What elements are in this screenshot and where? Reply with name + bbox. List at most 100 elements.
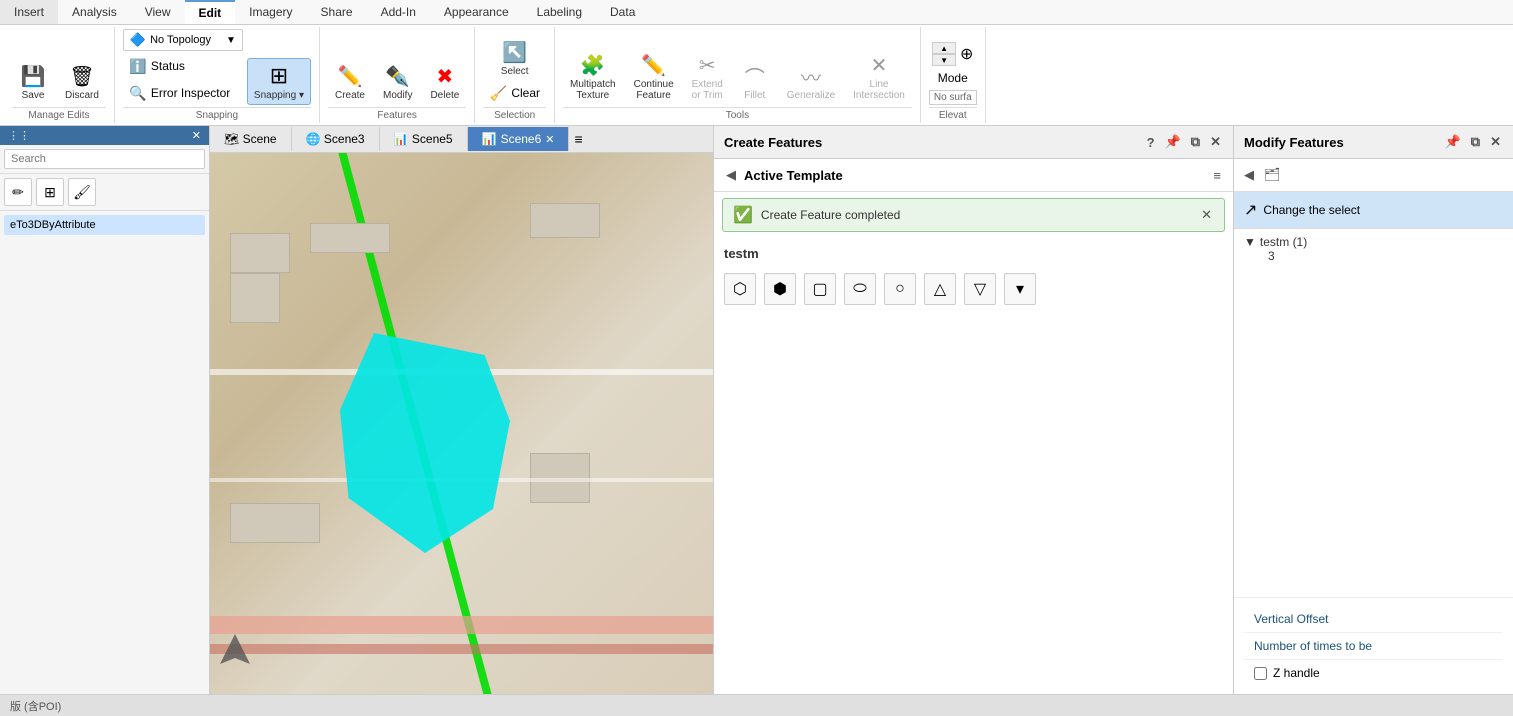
modify-back-btn[interactable]: ◀	[1242, 165, 1256, 185]
line-intersection-button[interactable]: ✕ LineIntersection	[846, 47, 912, 105]
map-background	[210, 153, 713, 694]
scene3-tab-icon: 🌐	[306, 132, 321, 146]
discard-button[interactable]: 🗑 Discard	[58, 58, 106, 105]
tab-share[interactable]: Share	[307, 0, 367, 24]
fillet-button[interactable]: ⌒ Fillet	[734, 58, 776, 105]
delete-icon: ✖	[431, 62, 459, 90]
active-template-menu-btn[interactable]: ≡	[1211, 166, 1223, 185]
template-icon-cube[interactable]: ⬡	[724, 273, 756, 305]
tab-view[interactable]: View	[131, 0, 185, 24]
tree-item-testm[interactable]: ▼ testm (1) 3	[1234, 229, 1513, 269]
error-inspector-icon: 🔍	[129, 84, 147, 102]
elevation-up-btn[interactable]: ▲	[932, 42, 956, 54]
clear-button[interactable]: 🧹 Clear	[483, 81, 546, 105]
map-tab-scene3[interactable]: 🌐 Scene3	[292, 127, 380, 151]
vertical-offset-prop[interactable]: Vertical Offset	[1244, 606, 1503, 633]
snapping-button[interactable]: ⊞ Snapping ▾	[247, 58, 311, 105]
mode-button[interactable]: Mode	[932, 68, 974, 88]
map-tab-scene[interactable]: 🗺 Scene	[210, 127, 292, 151]
tab-edit[interactable]: Edit	[185, 0, 236, 24]
create-panel-popout-btn[interactable]: ⧉	[1189, 132, 1202, 152]
map-area: 🗺 Scene 🌐 Scene3 📊 Scene5 📊 Scene6 ✕ ≡	[210, 126, 713, 694]
left-panel-drag: ⋮⋮	[8, 129, 30, 142]
tab-options-btn[interactable]: ≡	[569, 126, 587, 152]
success-text: Create Feature completed	[761, 208, 1191, 222]
grid-tool-btn[interactable]: ⊞	[36, 178, 64, 206]
select-button[interactable]: ↖️ Select	[485, 34, 545, 81]
select-icon: ↖️	[501, 38, 529, 66]
continue-feature-button[interactable]: ✏️ ContinueFeature	[627, 47, 681, 105]
status-button[interactable]: ℹ️ Status	[123, 54, 243, 78]
create-button[interactable]: ✏️ Create	[328, 58, 372, 105]
generalize-button[interactable]: 〰 Generalize	[780, 58, 842, 105]
ribbon-group-features: ✏️ Create ✒️ Modify ✖ Delete Features	[320, 27, 475, 123]
scene6-tab-label: Scene6	[501, 132, 542, 146]
map-viewport[interactable]	[210, 153, 713, 694]
map-tab-scene5[interactable]: 📊 Scene5	[380, 127, 468, 151]
template-icon-flat-triangle[interactable]: ▽	[964, 273, 996, 305]
left-panel-close[interactable]: ✕	[192, 129, 201, 142]
tab-appearance[interactable]: Appearance	[430, 0, 523, 24]
selected-layer-item[interactable]: eTo3DByAttribute	[4, 215, 205, 235]
scene5-tab-label: Scene5	[412, 132, 453, 146]
tab-insert[interactable]: Insert	[0, 0, 58, 24]
elevation-inner: ▲ ▼ ⊕ Mode No surfa	[929, 29, 977, 105]
multipatch-button[interactable]: 🧩 MultipatchTexture	[563, 47, 623, 105]
template-icon-triangle[interactable]: △	[924, 273, 956, 305]
cyan-3d-shape[interactable]	[340, 333, 510, 553]
selection-inner: ↖️ Select 🧹 Clear	[483, 29, 546, 105]
tab-data[interactable]: Data	[596, 0, 649, 24]
elevation-down-btn[interactable]: ▼	[932, 54, 956, 66]
create-icon: ✏️	[336, 62, 364, 90]
template-icon-layered[interactable]: ⬢	[764, 273, 796, 305]
topology-icon: 🔷	[130, 32, 146, 48]
save-button[interactable]: 💾 Save	[12, 58, 54, 105]
active-template-bar: ◀ Active Template ≡	[714, 159, 1233, 192]
create-panel-pin-btn[interactable]: 📌	[1163, 132, 1183, 152]
snapping-group-label: Snapping	[123, 107, 311, 121]
modify-button[interactable]: ✒️ Modify	[376, 58, 419, 105]
ribbon-group-snapping: 🔷 No Topology ▼ ℹ️ Status 🔍 Error Inspec…	[115, 27, 320, 123]
scene6-close-btn[interactable]: ✕	[545, 133, 554, 146]
error-inspector-button[interactable]: 🔍 Error Inspector	[123, 81, 243, 105]
modify-panel-pin-btn[interactable]: 📌	[1443, 132, 1463, 152]
mode-label: Mode	[938, 71, 968, 85]
template-icon-sphere[interactable]: ○	[884, 273, 916, 305]
scene-tab-icon: 🗺	[224, 132, 239, 146]
pencil-tool-btn[interactable]: ✏	[4, 178, 32, 206]
tab-analysis[interactable]: Analysis	[58, 0, 131, 24]
topology-dropdown[interactable]: 🔷 No Topology ▼	[123, 29, 243, 51]
create-panel-close-btn[interactable]: ✕	[1208, 132, 1223, 152]
template-icons: ⬡ ⬢ ▢ ⬭ ○ △ ▽ ▾	[714, 269, 1233, 315]
elevation-group-label: Elevat	[929, 107, 977, 121]
fillet-label: Fillet	[744, 90, 765, 101]
z-handle-checkbox[interactable]	[1254, 667, 1267, 680]
create-panel-title: Create Features	[724, 135, 822, 150]
create-panel-help-btn[interactable]: ?	[1145, 133, 1157, 152]
back-btn[interactable]: ◀	[724, 165, 738, 185]
success-close-btn[interactable]: ✕	[1199, 205, 1214, 225]
extend-trim-button[interactable]: ✂ Extendor Trim	[685, 47, 730, 105]
create-label: Create	[335, 90, 365, 101]
tab-imagery[interactable]: Imagery	[235, 0, 306, 24]
map-tab-bar: 🗺 Scene 🌐 Scene3 📊 Scene5 📊 Scene6 ✕ ≡	[210, 126, 713, 153]
template-icon-funnel[interactable]: ▾	[1004, 273, 1036, 305]
number-of-times-prop[interactable]: Number of times to be	[1244, 633, 1503, 660]
status-layer-label: 版 (含POI)	[10, 698, 61, 714]
template-icon-box[interactable]: ▢	[804, 273, 836, 305]
modify-layers-btn[interactable]: 🗂	[1262, 165, 1283, 185]
mode-icon: ⊕	[960, 44, 973, 64]
generalize-icon: 〰	[797, 62, 825, 90]
template-icon-cylinder[interactable]: ⬭	[844, 273, 876, 305]
save-label: Save	[22, 90, 45, 101]
ribbon: Insert Analysis View Edit Imagery Share …	[0, 0, 1513, 126]
tab-addin[interactable]: Add-In	[367, 0, 430, 24]
tab-labeling[interactable]: Labeling	[523, 0, 596, 24]
map-tab-scene6[interactable]: 📊 Scene6 ✕	[468, 127, 570, 151]
delete-button[interactable]: ✖ Delete	[423, 58, 466, 105]
search-input[interactable]	[4, 149, 205, 169]
modify-panel-popout-btn[interactable]: ⧉	[1469, 132, 1482, 152]
brush-tool-btn[interactable]: 🖌	[68, 178, 96, 206]
modify-panel-close-btn[interactable]: ✕	[1488, 132, 1503, 152]
change-select-button[interactable]: ↗ Change the select	[1234, 192, 1513, 229]
